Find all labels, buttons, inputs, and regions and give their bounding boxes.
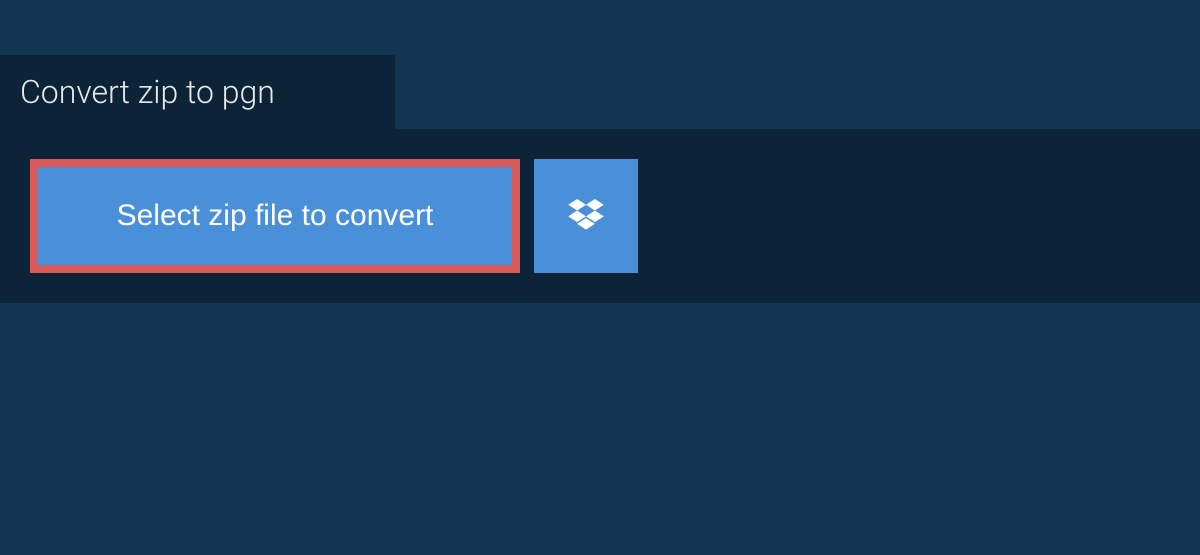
- dropbox-button[interactable]: [534, 159, 638, 273]
- button-group: Select zip file to convert: [30, 159, 1200, 273]
- converter-tab[interactable]: Convert zip to pgn: [0, 55, 395, 129]
- tab-title: Convert zip to pgn: [20, 73, 275, 111]
- content-panel: Select zip file to convert: [0, 129, 1200, 303]
- dropbox-icon: [568, 199, 604, 234]
- select-file-label: Select zip file to convert: [117, 199, 434, 233]
- select-file-button[interactable]: Select zip file to convert: [30, 159, 520, 273]
